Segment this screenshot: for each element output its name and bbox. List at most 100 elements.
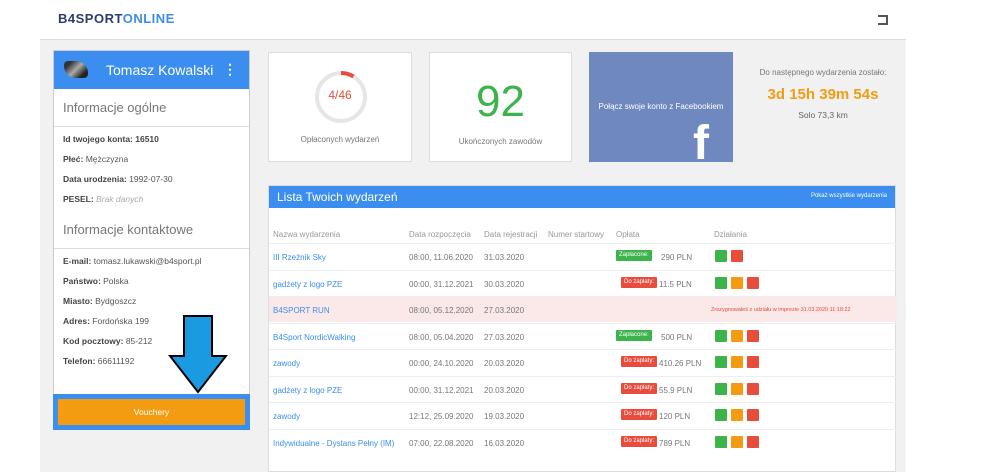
events-header: Lista Twoich wydarzeń Pokaż wszystkie wy… xyxy=(269,186,895,208)
events-panel: Lista Twoich wydarzeń Pokaż wszystkie wy… xyxy=(268,185,897,472)
remove-participant-button[interactable] xyxy=(747,435,759,448)
table-row: zawody 00:00, 24.10.2020 20.03.2020 Do zapł… xyxy=(269,349,897,375)
remove-participant-button[interactable] xyxy=(747,276,759,289)
payment-amount: 120 PLN xyxy=(659,412,691,421)
general-row: Płeć: Mężczyzna xyxy=(54,149,249,169)
logo[interactable]: B4SPORTONLINE xyxy=(58,11,175,26)
contact-value: Polska xyxy=(100,276,129,286)
vouchers-button[interactable]: Vouchery xyxy=(58,399,245,425)
contact-label: Adres: xyxy=(63,316,90,326)
paid-events-value: 4/46 xyxy=(328,88,352,102)
participant-details-button[interactable] xyxy=(715,329,727,342)
event-name-link[interactable]: gadżety z logo PZE xyxy=(273,386,342,395)
table-row: gadżety z logo PZE 00:00, 31.12.2021 30.03… xyxy=(269,269,897,296)
event-registration-date: 27.03.2020 xyxy=(484,306,525,315)
payment-status-badge: Zapłacone: xyxy=(616,250,652,261)
column-header: Data rejestracji xyxy=(484,230,538,239)
kebab-menu-icon[interactable]: ⋮ xyxy=(223,61,237,78)
remove-participant-button[interactable] xyxy=(747,409,759,421)
countdown-card: Do następnego wydarzenia zostało: 3d 15h… xyxy=(740,52,906,162)
facebook-icon: f xyxy=(693,117,709,170)
top-bar: B4SPORTONLINE xyxy=(40,0,906,40)
event-start-date: 08:00, 05.04.2020 xyxy=(409,332,474,342)
participant-details-button[interactable] xyxy=(715,382,727,395)
contact-label: Kod pocztowy: xyxy=(63,336,124,346)
general-row: PESEL: Brak danych xyxy=(54,189,249,209)
contact-label: Miasto: xyxy=(63,296,93,306)
participant-details-button[interactable] xyxy=(715,356,727,368)
edit-button[interactable] xyxy=(731,276,743,289)
event-name-link[interactable]: Indywidualne - Dystans Pełny (IM) xyxy=(273,439,394,448)
participant-details-button[interactable] xyxy=(715,435,727,448)
payment-amount: 290 PLN xyxy=(661,253,693,262)
event-name-link[interactable]: gadżety z logo PZE xyxy=(273,280,342,289)
logout-icon[interactable] xyxy=(878,15,888,25)
table-row: III Rzeźnik Sky 08:00, 11.06.2020 31.03.20… xyxy=(269,243,897,269)
contact-label: E-mail: xyxy=(63,256,92,266)
table-row: B4SPORT RUN 08:00, 05.12.2020 27.03.2020 Zr… xyxy=(269,296,897,322)
voucher-panel: Vouchery xyxy=(53,394,250,430)
event-start-date: 08:00, 05.12.2020 xyxy=(409,306,474,315)
event-name-link[interactable]: B4Sport NordicWalking xyxy=(273,333,355,342)
payment-status-badge: Do zapłaty: xyxy=(621,382,658,394)
participant-details-button[interactable] xyxy=(715,276,727,289)
contact-row: Miasto: Bydgoszcz xyxy=(54,291,249,311)
facebook-connect-card[interactable]: Połącz swoje konto z Facebookiem f xyxy=(589,52,733,170)
paid-events-label: Opłaconych wydarzeń xyxy=(300,135,380,144)
remove-participant-button[interactable] xyxy=(731,250,743,262)
event-start-date: 00:00, 24.10.2020 xyxy=(409,359,474,368)
event-name-link[interactable]: B4SPORT RUN xyxy=(273,306,330,315)
countdown-value: 3d 15h 39m 54s xyxy=(767,86,879,103)
edit-button[interactable] xyxy=(731,435,743,448)
profile-header: Tomasz Kowalski ⋮ xyxy=(54,51,249,89)
resignation-note: Zrezygnowałeś z udziału w imprezie 31.03… xyxy=(711,307,851,313)
payment-status-badge: Do zapłaty: xyxy=(621,409,658,420)
general-value: Mężczyzna xyxy=(83,154,129,164)
general-label: Data urodzenia: xyxy=(63,174,127,184)
participant-details-button[interactable] xyxy=(715,250,727,262)
general-row: Data urodzenia: 1992-07-30 xyxy=(54,169,249,189)
edit-button[interactable] xyxy=(731,356,743,368)
payment-status-badge: Zapłacone: xyxy=(616,329,652,341)
contact-value: 66611192 xyxy=(95,356,135,366)
app: B4SPORTONLINE Tomasz Kowalski ⋮ Informac… xyxy=(40,0,906,472)
countdown-label: Do następnego wydarzenia zostało: xyxy=(759,68,887,77)
payment-amount: 410.26 PLN xyxy=(659,359,702,368)
contact-value: Fordońska 199 xyxy=(89,316,150,326)
contact-value: 85-212 xyxy=(123,336,153,346)
remove-participant-button[interactable] xyxy=(747,356,759,368)
event-name-link[interactable]: III Rzeźnik Sky xyxy=(273,253,326,262)
general-info-title: Informacje ogólne xyxy=(54,89,249,127)
edit-button[interactable] xyxy=(731,329,743,342)
column-header: Działania xyxy=(714,230,747,239)
remove-participant-button[interactable] xyxy=(747,329,759,342)
payment-amount: 11.5 PLN xyxy=(659,279,692,289)
general-label: PESEL: xyxy=(63,194,94,204)
general-info-list: Id twojego konta: 16510 Płeć: Mężczyzna Da… xyxy=(54,127,249,211)
events-title: Lista Twoich wydarzeń xyxy=(277,190,398,204)
event-registration-date: 19.03.2020 xyxy=(484,412,525,421)
event-name-link[interactable]: zawody xyxy=(273,412,300,421)
show-all-events-link[interactable]: Pokaż wszystkie wydarzenia xyxy=(811,193,887,199)
paid-events-card: 4/46 Opłaconych wydarzeń xyxy=(268,52,412,162)
participant-details-button[interactable] xyxy=(715,409,727,421)
event-registration-date: 20.03.2020 xyxy=(484,385,525,395)
general-row: Id twojego konta: 16510 xyxy=(54,129,249,149)
remove-participant-button[interactable] xyxy=(747,382,759,395)
contact-row: Państwo: Polska xyxy=(54,271,249,291)
edit-button[interactable] xyxy=(731,409,743,421)
event-start-date: 12:12, 25.09.2020 xyxy=(409,412,474,421)
event-start-date: 07:00, 22.08.2020 xyxy=(409,438,474,448)
event-start-date: 00:00, 31.12.2021 xyxy=(409,279,474,289)
general-value: Brak danych xyxy=(93,194,144,204)
payment-status-badge: Do zapłaty: xyxy=(621,435,658,447)
general-value: 1992-07-30 xyxy=(126,174,173,184)
countdown-event: Solo 73,3 km xyxy=(798,110,848,120)
contact-row: E-mail: tomasz.lukawski@b4sport.pl xyxy=(54,251,249,271)
contact-value: tomasz.lukawski@b4sport.pl xyxy=(91,256,202,266)
event-name-link[interactable]: zawody xyxy=(273,359,300,368)
event-registration-date: 31.03.2020 xyxy=(484,253,525,262)
finished-events-label: Ukończonych zawodów xyxy=(458,137,543,146)
edit-button[interactable] xyxy=(731,382,743,395)
down-arrow-icon xyxy=(168,315,228,394)
